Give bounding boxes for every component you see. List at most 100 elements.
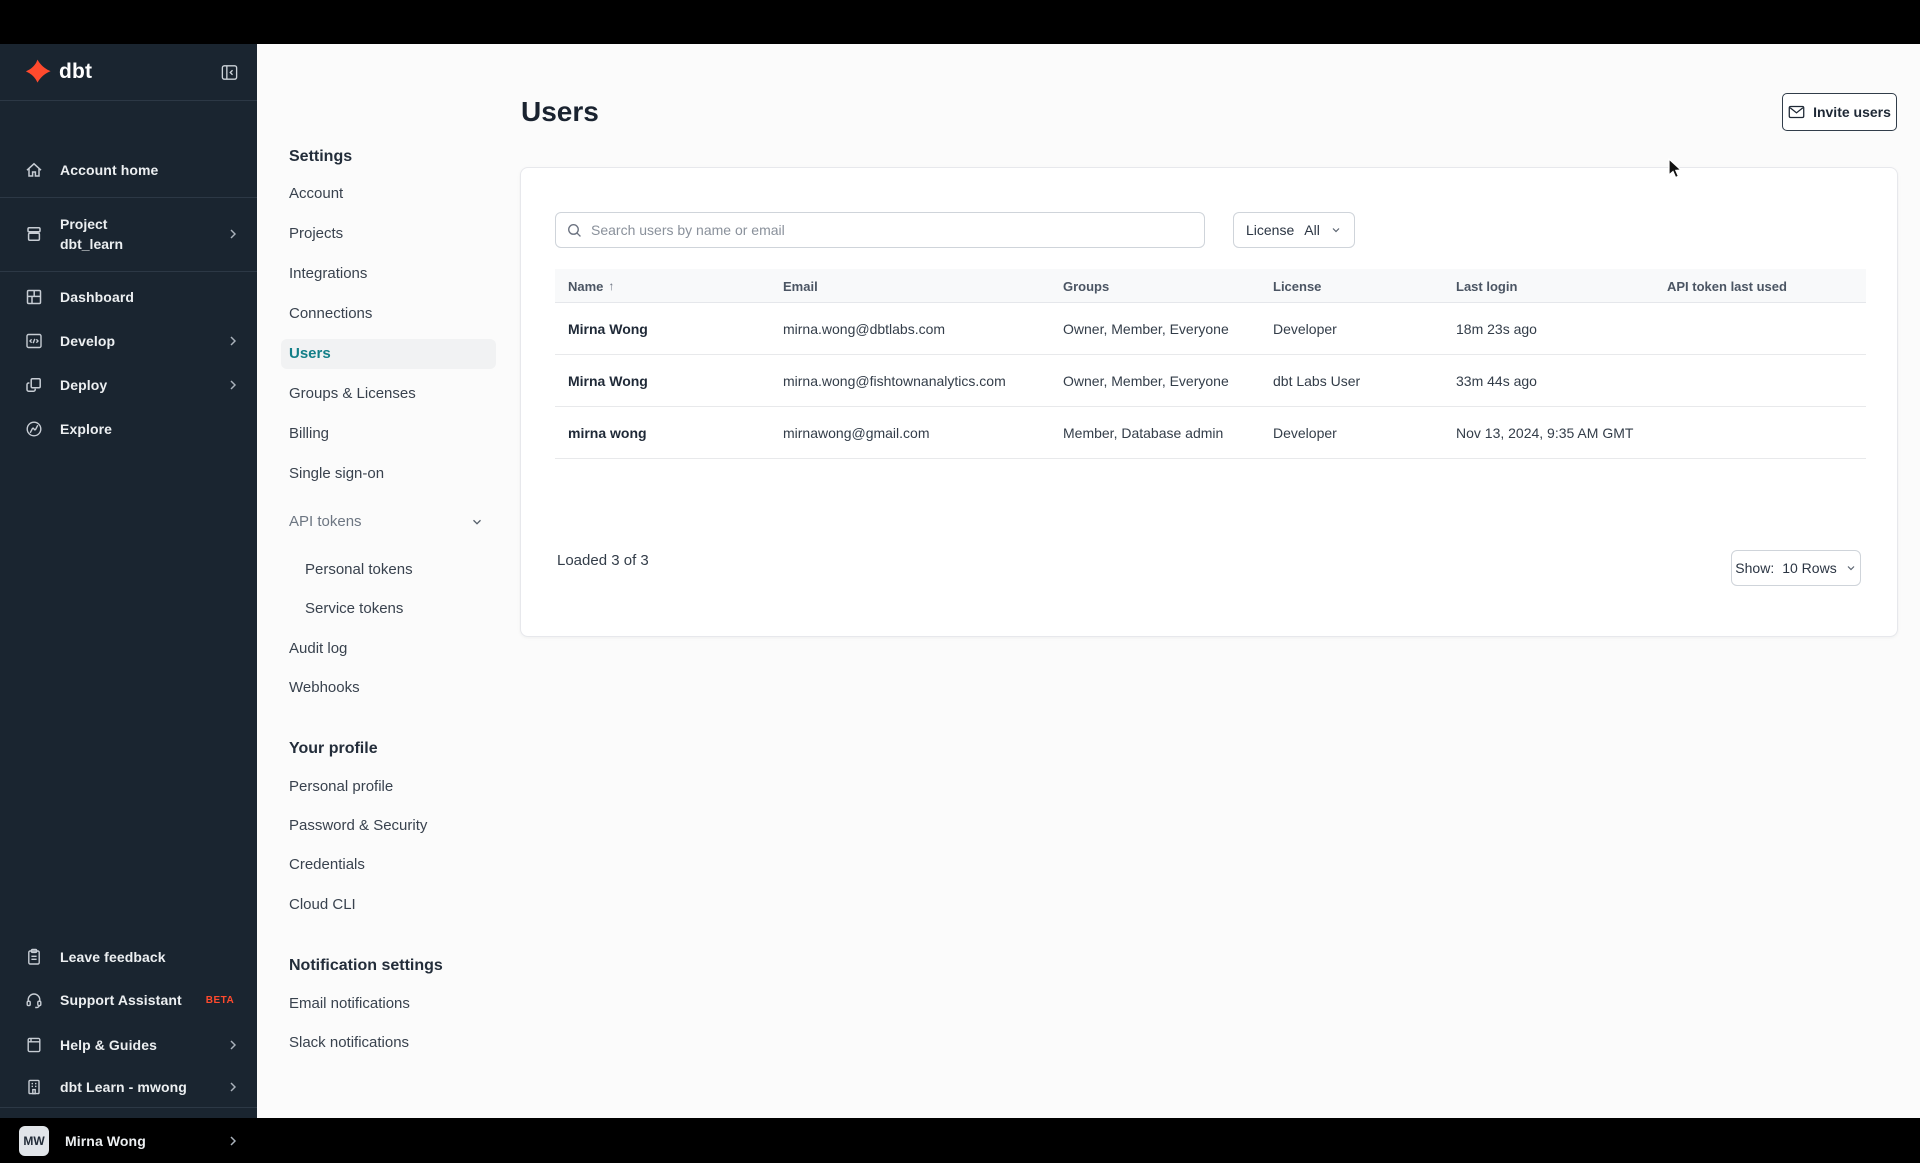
sidebar-item-account-home[interactable]: Account home	[0, 148, 257, 192]
chevron-down-icon	[1330, 224, 1342, 236]
settings-nav-api-tokens[interactable]: API tokens	[281, 507, 496, 537]
settings-nav-billing[interactable]: Billing	[281, 419, 496, 449]
page-title: Users	[521, 96, 599, 127]
app-window: dbt Account home Project dbt_learn Dashb…	[0, 0, 1920, 1156]
account-name: Mirna Wong	[65, 1133, 146, 1149]
settings-nav-connections[interactable]: Connections	[281, 299, 496, 329]
column-header-name[interactable]: Name ↑	[568, 269, 614, 303]
beta-badge: BETA	[205, 994, 235, 1006]
settings-nav-groups-licenses[interactable]: Groups & Licenses	[281, 379, 496, 409]
settings-nav-password-security[interactable]: Password & Security	[281, 811, 496, 841]
settings-nav-account[interactable]: Account	[281, 179, 496, 209]
table-header-row: Name ↑ Email Groups License Last login A…	[555, 269, 1866, 303]
search-box	[555, 212, 1205, 248]
cell-license: Developer	[1273, 321, 1337, 337]
home-icon	[24, 160, 44, 180]
explore-icon	[24, 419, 44, 439]
users-card: License All Name ↑ Email Groups License …	[520, 167, 1898, 637]
building-icon	[24, 1077, 44, 1097]
cell-name: Mirna Wong	[568, 321, 648, 337]
column-header-api-token[interactable]: API token last used	[1667, 269, 1787, 303]
settings-nav-integrations[interactable]: Integrations	[281, 259, 496, 289]
dbt-logo-icon	[24, 59, 51, 86]
cell-last-login: Nov 13, 2024, 9:35 AM GMT	[1456, 425, 1634, 441]
book-icon	[24, 1035, 44, 1055]
cell-license: dbt Labs User	[1273, 373, 1361, 389]
sidebar-item-deploy[interactable]: Deploy	[0, 363, 257, 407]
settings-nav-webhooks[interactable]: Webhooks	[281, 673, 496, 703]
table-row[interactable]: Mirna Wong mirna.wong@fishtownanalytics.…	[555, 355, 1866, 407]
chevron-right-icon	[225, 377, 241, 393]
settings-nav-cloud-cli[interactable]: Cloud CLI	[281, 890, 496, 920]
settings-nav-service-tokens[interactable]: Service tokens	[297, 594, 496, 624]
invite-users-button[interactable]: Invite users	[1782, 93, 1897, 131]
cell-name: mirna wong	[568, 425, 647, 441]
column-header-email[interactable]: Email	[783, 269, 818, 303]
chevron-down-icon	[470, 515, 484, 529]
cell-last-login: 18m 23s ago	[1456, 321, 1537, 337]
settings-nav-audit-log[interactable]: Audit log	[281, 634, 496, 664]
dbt-logo: dbt	[24, 59, 92, 86]
sidebar-item-explore[interactable]: Explore	[0, 407, 257, 451]
column-header-license[interactable]: License	[1273, 269, 1321, 303]
settings-nav-title: Settings	[289, 148, 353, 165]
settings-nav-personal-tokens[interactable]: Personal tokens	[297, 555, 496, 585]
sidebar-project-name: dbt_learn	[60, 236, 124, 252]
cell-groups: Member, Database admin	[1063, 425, 1224, 441]
sidebar-account-menu[interactable]: MW Mirna Wong	[0, 1119, 257, 1163]
search-input[interactable]	[591, 222, 1194, 238]
sidebar: dbt Account home Project dbt_learn Dashb…	[0, 44, 257, 1156]
license-filter-dropdown[interactable]: License All	[1233, 212, 1355, 248]
column-header-label: Name	[568, 278, 604, 294]
table-row[interactable]: Mirna Wong mirna.wong@dbtlabs.com Owner,…	[555, 303, 1866, 355]
settings-nav-projects[interactable]: Projects	[281, 219, 496, 249]
sidebar-item-label: Project	[60, 215, 108, 232]
divider	[0, 197, 257, 198]
sidebar-item-develop[interactable]: Develop	[0, 319, 257, 363]
sidebar-item-label: Dashboard	[60, 289, 135, 305]
cell-groups: Owner, Member, Everyone	[1063, 373, 1229, 389]
divider	[0, 1107, 257, 1108]
top-black-bar	[0, 0, 1920, 44]
sidebar-item-label: Explore	[60, 421, 113, 437]
chevron-right-icon	[225, 333, 241, 349]
sidebar-header: dbt	[0, 44, 257, 100]
collapse-sidebar-icon[interactable]	[220, 63, 239, 82]
column-header-last-login[interactable]: Last login	[1456, 269, 1517, 303]
invite-users-label: Invite users	[1813, 104, 1891, 120]
settings-nav-slack-notifications[interactable]: Slack notifications	[281, 1028, 496, 1058]
license-filter-value: All	[1304, 222, 1320, 238]
sidebar-item-support-assistant[interactable]: Support Assistant BETA	[0, 978, 257, 1022]
sidebar-item-label: Leave feedback	[60, 949, 166, 965]
headset-icon	[24, 990, 44, 1010]
table-row[interactable]: mirna wong mirnawong@gmail.com Member, D…	[555, 407, 1866, 459]
search-icon	[566, 222, 583, 239]
clipboard-icon	[24, 947, 44, 967]
column-header-groups[interactable]: Groups	[1063, 269, 1109, 303]
settings-nav-users[interactable]: Users	[281, 339, 496, 369]
show-rows-value: 10 Rows	[1782, 560, 1837, 576]
sidebar-item-dbt-learn[interactable]: dbt Learn - mwong	[0, 1065, 257, 1109]
settings-nav-credentials[interactable]: Credentials	[281, 850, 496, 880]
notifications-section-title: Notification settings	[289, 957, 443, 974]
sidebar-item-label: Support Assistant	[60, 992, 182, 1008]
sidebar-item-dashboard[interactable]: Dashboard	[0, 275, 257, 319]
cell-email: mirna.wong@dbtlabs.com	[783, 321, 946, 337]
avatar: MW	[19, 1126, 49, 1156]
sidebar-item-help-guides[interactable]: Help & Guides	[0, 1023, 257, 1067]
chevron-right-icon	[225, 226, 241, 242]
sidebar-item-project[interactable]: Project dbt_learn	[0, 202, 257, 266]
envelope-icon	[1788, 105, 1805, 119]
settings-nav-personal-profile[interactable]: Personal profile	[281, 772, 496, 802]
settings-nav-email-notifications[interactable]: Email notifications	[281, 989, 496, 1019]
show-rows-dropdown[interactable]: Show: 10 Rows	[1731, 550, 1861, 586]
cell-email: mirnawong@gmail.com	[783, 425, 930, 441]
sidebar-item-leave-feedback[interactable]: Leave feedback	[0, 935, 257, 979]
settings-nav-single-sign-on[interactable]: Single sign-on	[281, 459, 496, 489]
api-tokens-label: API tokens	[289, 513, 362, 530]
loaded-status: Loaded 3 of 3	[557, 552, 649, 569]
chevron-right-icon	[225, 1037, 241, 1053]
divider	[0, 271, 257, 272]
bottom-black-bar	[0, 1118, 1920, 1124]
develop-icon	[24, 331, 44, 351]
